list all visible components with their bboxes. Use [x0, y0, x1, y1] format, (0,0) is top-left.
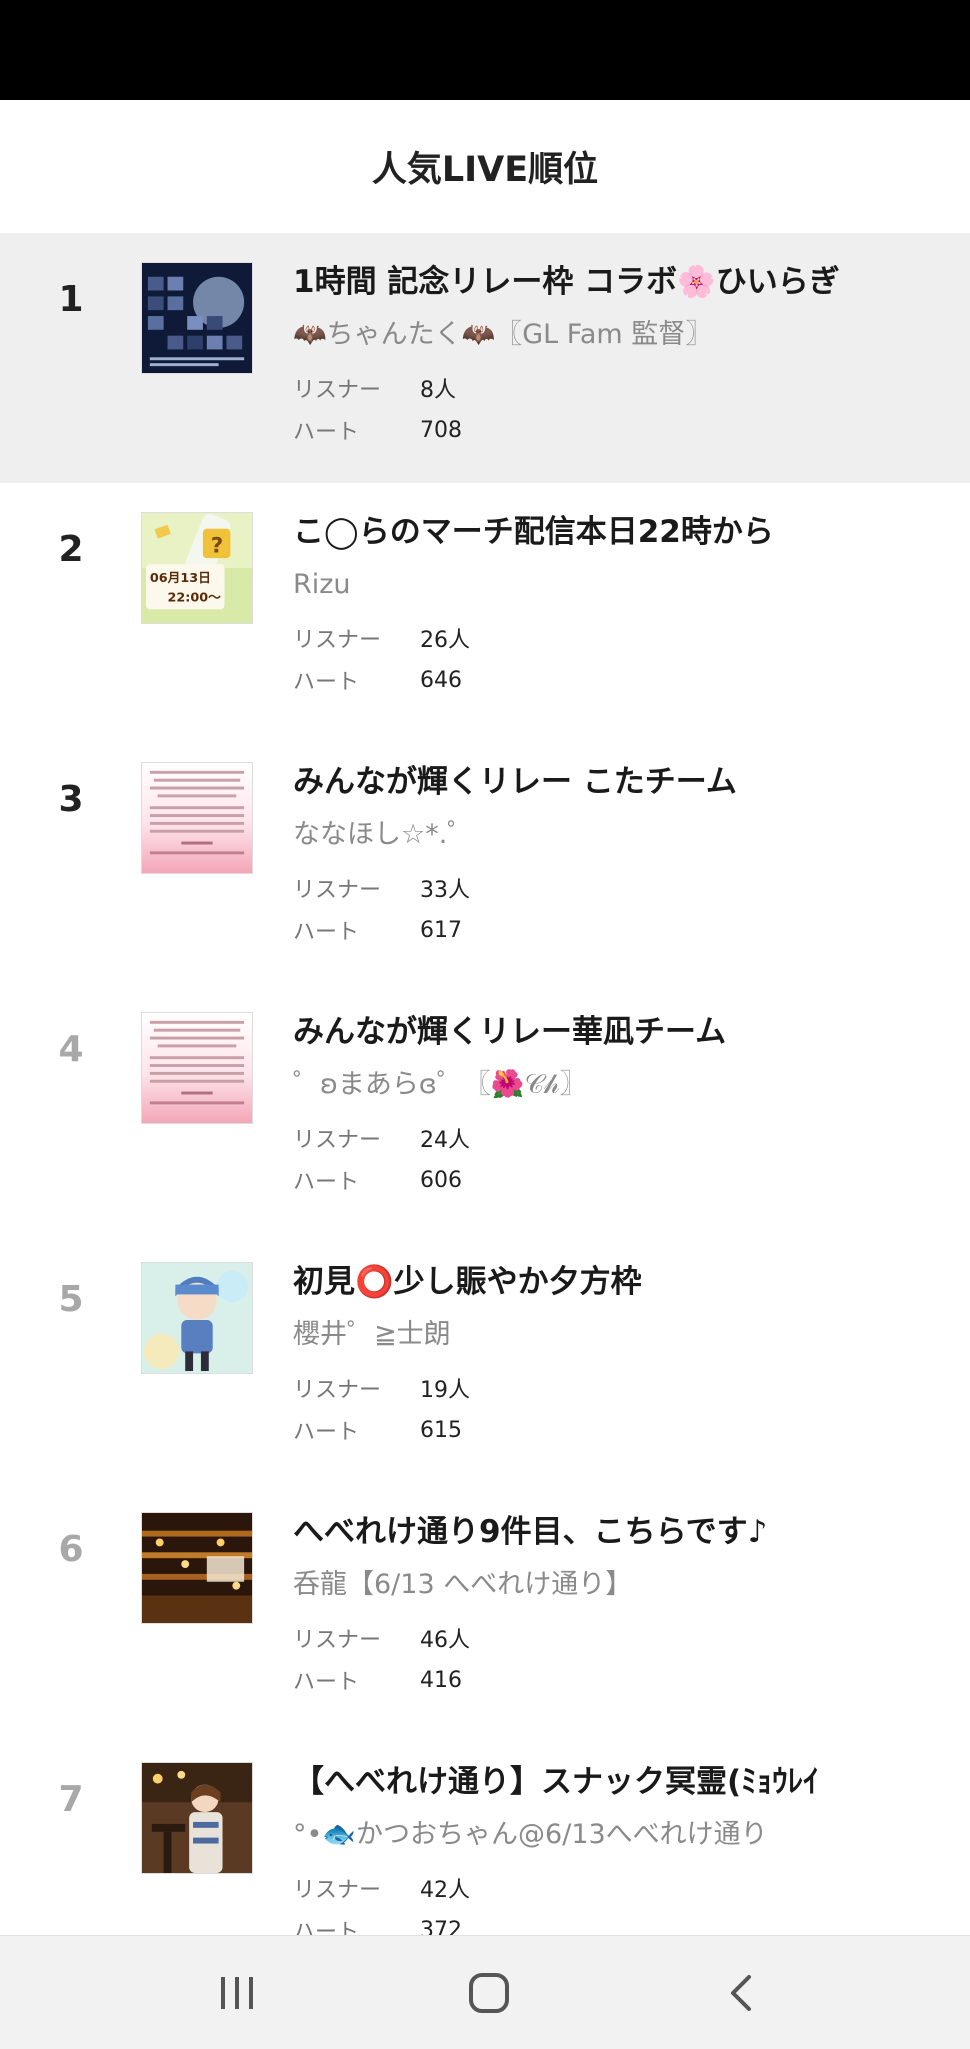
stream-info: みんなが輝くリレー華凪チーム ゜ʚまあらɞ゜〖🌺𝒞𝒽〗 リスナー 24人 ハート 6…: [293, 1009, 953, 1201]
rank-number: 2: [58, 529, 84, 570]
rank-number: 3: [58, 779, 84, 820]
listener-label: リスナー: [293, 878, 382, 903]
rank-number: 4: [58, 1029, 84, 1070]
listener-label: リスナー: [293, 628, 382, 653]
svg-text:?: ?: [211, 533, 224, 558]
thumb-date: 06月13日: [150, 571, 211, 586]
ranking-item-6[interactable]: 6 へべれけ通り9件目、こちらです♪ 呑龍【6/13 へべれけ通り】 リスナー 4…: [0, 1483, 970, 1733]
thumb-time: 22:00〜: [168, 590, 222, 605]
stream-info: 1時間 記念リレー枠 コラボ🌸ひいらぎ 🦇ちゃんたく🦇〖GL Fam 監督〗 リ…: [293, 259, 953, 451]
heart-count: 372: [420, 1917, 462, 1936]
stream-thumbnail[interactable]: [141, 1762, 253, 1874]
stream-thumbnail[interactable]: [141, 1262, 253, 1374]
system-nav-bar: [0, 1935, 970, 2049]
heart-count: 416: [420, 1667, 462, 1693]
listener-count: 19人: [420, 1378, 470, 1403]
host-name: Rizu: [293, 569, 351, 600]
ranking-item-2[interactable]: 2 ? 06月13日 22:00〜 こ◯らのマーチ配信本日22時から Rizu …: [0, 483, 970, 733]
stream-thumbnail[interactable]: [141, 262, 253, 374]
stream-title: みんなが輝くリレー こたチーム: [293, 764, 737, 800]
heart-label: ハート: [293, 1420, 360, 1445]
stream-stats: リスナー 19人 ハート 615: [293, 1367, 953, 1451]
heart-label: ハート: [293, 1170, 360, 1195]
rank-number: 1: [58, 279, 84, 320]
heart-count: 708: [420, 417, 462, 443]
stream-stats: リスナー 26人 ハート 646: [293, 617, 953, 701]
heart-label: ハート: [293, 420, 360, 445]
stream-thumbnail[interactable]: ? 06月13日 22:00〜: [141, 512, 253, 624]
stream-info: へべれけ通り9件目、こちらです♪ 呑龍【6/13 へべれけ通り】 リスナー 46人…: [293, 1509, 953, 1701]
heart-count: 615: [420, 1417, 462, 1443]
stream-title: 1時間 記念リレー枠 コラボ🌸ひいらぎ: [293, 264, 840, 300]
ranking-item-4[interactable]: 4 みんなが輝くリレー華凪チーム ゜ʚまあらɞ゜〖🌺𝒞𝒽〗 リスナー 24人 ハー…: [0, 983, 970, 1233]
ranking-item-7[interactable]: 7 【へべれけ通り】スナック冥霊(ﾐｮｳﾚｲ °•🐟かつおちゃん@6/13へべれ…: [0, 1733, 970, 1935]
ranking-item-3[interactable]: 3 みんなが輝くリレー こたチーム ななほし☆*.゜ リスナー 33人 ハート 61…: [0, 733, 970, 983]
rank-number: 5: [58, 1279, 84, 1320]
rank-number: 7: [58, 1779, 84, 1820]
listener-label: リスナー: [293, 1128, 382, 1153]
listener-label: リスナー: [293, 1378, 382, 1403]
page-header: 人気LIVE順位: [0, 100, 970, 233]
listener-count: 24人: [420, 1128, 470, 1153]
listener-count: 42人: [420, 1878, 470, 1903]
ranking-list[interactable]: 1 1時間 記念リレー枠 コラボ🌸ひいらぎ 🦇ちゃんたく🦇〖GL Fam 監督〗…: [0, 233, 970, 1935]
heart-count: 606: [420, 1167, 462, 1193]
listener-label: リスナー: [293, 378, 382, 403]
heart-label: ハート: [293, 1670, 360, 1695]
host-name: ゜ʚまあらɞ゜〖🌺𝒞𝒽〗: [293, 1069, 587, 1100]
status-bar: [0, 0, 970, 100]
stream-thumbnail[interactable]: [141, 762, 253, 874]
stream-stats: リスナー 8人 ハート 708: [293, 367, 953, 451]
heart-count: 646: [420, 667, 462, 693]
heart-label: ハート: [293, 670, 360, 695]
ranking-item-1[interactable]: 1 1時間 記念リレー枠 コラボ🌸ひいらぎ 🦇ちゃんたく🦇〖GL Fam 監督〗…: [0, 233, 970, 483]
stream-stats: リスナー 42人 ハート 372: [293, 1867, 953, 1935]
listener-label: リスナー: [293, 1878, 382, 1903]
stream-stats: リスナー 46人 ハート 416: [293, 1617, 953, 1701]
host-name: 呑龍【6/13 へべれけ通り】: [293, 1569, 633, 1600]
stream-thumbnail[interactable]: [141, 1012, 253, 1124]
stream-info: 初見⭕少し賑やか夕方枠 櫻井゜≧士朗 リスナー 19人 ハート 615: [293, 1259, 953, 1451]
stream-stats: リスナー 24人 ハート 606: [293, 1117, 953, 1201]
back-icon[interactable]: [697, 1958, 787, 2028]
host-name: °•🐟かつおちゃん@6/13へべれけ通り: [293, 1819, 768, 1850]
host-name: ななほし☆*.゜: [293, 819, 475, 850]
rank-number: 6: [58, 1529, 84, 1570]
listener-count: 33人: [420, 878, 470, 903]
stream-info: 【へべれけ通り】スナック冥霊(ﾐｮｳﾚｲ °•🐟かつおちゃん@6/13へべれけ通…: [293, 1759, 953, 1935]
heart-label: ハート: [293, 1920, 360, 1935]
stream-title: こ◯らのマーチ配信本日22時から: [293, 514, 774, 550]
stream-info: こ◯らのマーチ配信本日22時から Rizu リスナー 26人 ハート 646: [293, 509, 953, 701]
heart-count: 617: [420, 917, 462, 943]
heart-label: ハート: [293, 920, 360, 945]
host-name: 櫻井゜≧士朗: [293, 1319, 451, 1350]
listener-count: 8人: [420, 378, 456, 403]
stream-stats: リスナー 33人 ハート 617: [293, 867, 953, 951]
stream-title: へべれけ通り9件目、こちらです♪: [293, 1514, 768, 1550]
listener-count: 26人: [420, 628, 470, 653]
listener-label: リスナー: [293, 1628, 382, 1653]
stream-title: みんなが輝くリレー華凪チーム: [293, 1014, 727, 1050]
host-name: 🦇ちゃんたく🦇〖GL Fam 監督〗: [293, 319, 713, 350]
stream-thumbnail[interactable]: [141, 1512, 253, 1624]
ranking-item-5[interactable]: 5 初見⭕少し賑やか夕方枠 櫻井゜≧士朗 リスナー 19人 ハート 615: [0, 1233, 970, 1483]
home-icon[interactable]: [444, 1958, 534, 2028]
page-title: 人気LIVE順位: [371, 150, 599, 190]
stream-info: みんなが輝くリレー こたチーム ななほし☆*.゜ リスナー 33人 ハート 617: [293, 759, 953, 951]
listener-count: 46人: [420, 1628, 470, 1653]
stream-title: 【へべれけ通り】スナック冥霊(ﾐｮｳﾚｲ: [293, 1764, 819, 1800]
stream-title: 初見⭕少し賑やか夕方枠: [293, 1264, 642, 1300]
recent-apps-icon[interactable]: [192, 1958, 282, 2028]
